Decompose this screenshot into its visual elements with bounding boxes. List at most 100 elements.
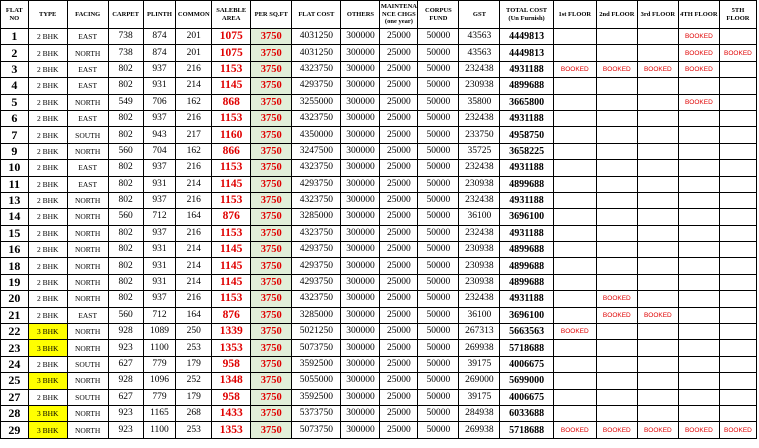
- common-area-cell: 268: [175, 404, 213, 423]
- rate-per-sqft-cell: 3750: [250, 241, 293, 259]
- plinth-area-cell: 931: [142, 241, 177, 259]
- second-floor-status-cell: [595, 224, 638, 243]
- facing-cell: SOUTH: [66, 388, 109, 406]
- flat-cost-cell: 3592500: [291, 355, 342, 374]
- flat-number-cell: 4: [0, 77, 29, 95]
- fourth-floor-status-cell: BOOKED: [677, 93, 720, 111]
- carpet-area-cell: 802: [107, 257, 144, 275]
- carpet-area-cell: 802: [107, 241, 144, 259]
- flat-type-cell: 2 BHK: [27, 175, 68, 193]
- flat-number-cell: 5: [0, 93, 29, 111]
- maintenance-charge-cell: 25000: [379, 241, 419, 259]
- plinth-area-cell: 712: [142, 208, 177, 226]
- carpet-area-cell: 802: [107, 159, 144, 177]
- flat-cost-cell: 3285000: [291, 306, 342, 325]
- flat-number-cell: 29: [0, 421, 29, 439]
- table-row: 11 2 BHK EAST 802 931 214 1145 3750 4293750 30000…: [0, 175, 758, 193]
- header-third-floor: 3rd FLOOR: [636, 0, 679, 29]
- rate-per-sqft-cell: 3750: [250, 208, 293, 226]
- flat-number-cell: 14: [0, 208, 29, 226]
- fourth-floor-status-cell: [677, 306, 720, 325]
- header-flat-no: FLAT NO: [0, 0, 29, 29]
- total-cost-cell: 4931188: [499, 109, 554, 128]
- common-area-cell: 253: [175, 421, 213, 439]
- flat-cost-cell: 3247500: [291, 142, 342, 161]
- maintenance-charge-cell: 25000: [379, 273, 419, 292]
- others-charge-cell: 300000: [340, 159, 381, 177]
- flat-cost-cell: 4031250: [291, 44, 342, 62]
- fifth-floor-status-cell: [718, 257, 758, 275]
- flat-cost-cell: 5373750: [291, 404, 342, 423]
- fifth-floor-status-cell: [718, 77, 758, 95]
- others-charge-cell: 300000: [340, 93, 381, 111]
- second-floor-status-cell: [595, 257, 638, 275]
- fourth-floor-status-cell: [677, 388, 720, 406]
- rate-per-sqft-cell: 3750: [250, 224, 293, 243]
- plinth-area-cell: 943: [142, 126, 177, 144]
- fourth-floor-status-cell: BOOKED: [677, 60, 720, 79]
- first-floor-status-cell: [552, 77, 597, 95]
- facing-cell: SOUTH: [66, 126, 109, 144]
- saleable-area-cell: 1348: [211, 372, 252, 390]
- corpus-fund-cell: 50000: [417, 257, 460, 275]
- table-row: 28 3 BHK NORTH 923 1165 268 1433 3750 5373750 300…: [0, 404, 758, 423]
- carpet-area-cell: 802: [107, 77, 144, 95]
- flat-cost-cell: 5073750: [291, 421, 342, 439]
- table-row: 23 3 BHK NORTH 923 1100 253 1353 3750 5073750 300…: [0, 339, 758, 357]
- fifth-floor-status-cell: [718, 224, 758, 243]
- fourth-floor-status-cell: [677, 191, 720, 210]
- saleable-area-cell: 1145: [211, 175, 252, 193]
- first-floor-status-cell: [552, 404, 597, 423]
- table-row: 13 2 BHK NORTH 802 937 216 1153 3750 4323750 3000…: [0, 191, 758, 210]
- flat-type-cell: 2 BHK: [27, 77, 68, 95]
- maintenance-charge-cell: 25000: [379, 404, 419, 423]
- flat-type-cell: 2 BHK: [27, 109, 68, 128]
- total-cost-cell: 4006675: [499, 388, 554, 406]
- plinth-area-cell: 937: [142, 60, 177, 79]
- rate-per-sqft-cell: 3750: [250, 355, 293, 374]
- plinth-area-cell: 874: [142, 44, 177, 62]
- fourth-floor-status-cell: [677, 355, 720, 374]
- fourth-floor-status-cell: [677, 323, 720, 341]
- second-floor-status-cell: [595, 142, 638, 161]
- others-charge-cell: 300000: [340, 77, 381, 95]
- third-floor-status-cell: BOOKED: [636, 421, 679, 439]
- corpus-fund-cell: 50000: [417, 339, 460, 357]
- third-floor-status-cell: [636, 126, 679, 144]
- others-charge-cell: 300000: [340, 208, 381, 226]
- fifth-floor-status-cell: [718, 306, 758, 325]
- table-row: 18 2 BHK NORTH 802 931 214 1145 3750 4293750 3000…: [0, 257, 758, 275]
- table-row: 10 2 BHK EAST 802 937 216 1153 3750 4323750 30000…: [0, 159, 758, 177]
- carpet-area-cell: 928: [107, 323, 144, 341]
- third-floor-status-cell: [636, 109, 679, 128]
- gst-cell: 284938: [458, 404, 501, 423]
- facing-cell: EAST: [66, 77, 109, 95]
- header-fifth-floor: 5TH FLOOR: [718, 0, 758, 29]
- fifth-floor-status-cell: BOOKED: [718, 421, 758, 439]
- common-area-cell: 164: [175, 306, 213, 325]
- second-floor-status-cell: [595, 93, 638, 111]
- facing-cell: NORTH: [66, 257, 109, 275]
- rate-per-sqft-cell: 3750: [250, 339, 293, 357]
- flat-cost-cell: 4323750: [291, 159, 342, 177]
- flat-type-cell: 2 BHK: [27, 306, 68, 325]
- flat-type-cell: 2 BHK: [27, 388, 68, 406]
- third-floor-status-cell: [636, 273, 679, 292]
- common-area-cell: 164: [175, 208, 213, 226]
- common-area-cell: 162: [175, 142, 213, 161]
- flat-cost-cell: 5055000: [291, 372, 342, 390]
- flat-number-cell: 18: [0, 257, 29, 275]
- second-floor-status-cell: [595, 77, 638, 95]
- first-floor-status-cell: BOOKED: [552, 323, 597, 341]
- total-cost-cell: 4931188: [499, 60, 554, 79]
- gst-cell: 35725: [458, 142, 501, 161]
- common-area-cell: 217: [175, 126, 213, 144]
- common-area-cell: 214: [175, 77, 213, 95]
- others-charge-cell: 300000: [340, 388, 381, 406]
- fifth-floor-status-cell: BOOKED: [718, 44, 758, 62]
- gst-cell: 232438: [458, 224, 501, 243]
- second-floor-status-cell: [595, 109, 638, 128]
- maintenance-charge-cell: 25000: [379, 372, 419, 390]
- second-floor-status-cell: [595, 126, 638, 144]
- rate-per-sqft-cell: 3750: [250, 60, 293, 79]
